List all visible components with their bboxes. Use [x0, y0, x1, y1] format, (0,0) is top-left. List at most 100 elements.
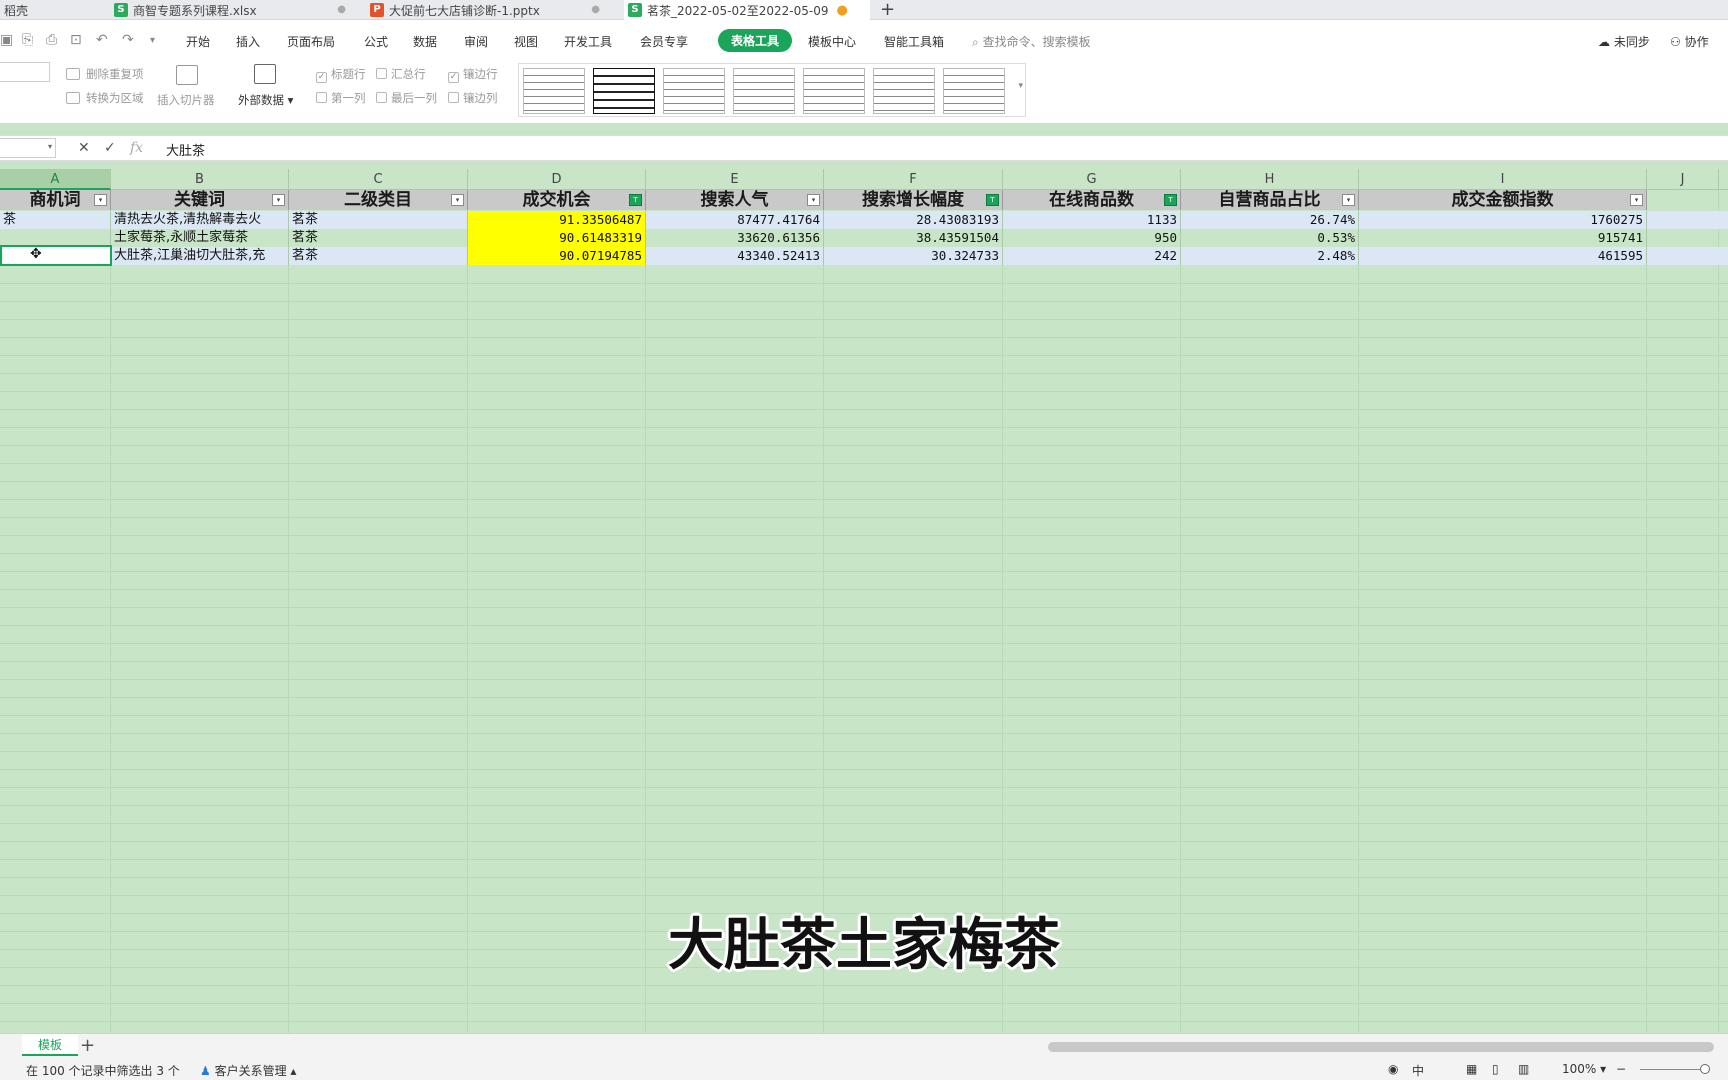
active-cell[interactable]: ✥	[0, 245, 112, 266]
chevron-down-icon[interactable]: ▾	[48, 142, 52, 151]
confirm-icon[interactable]: ✓	[104, 140, 116, 156]
menu-template-center[interactable]: 模板中心	[808, 33, 856, 50]
convert-to-range-button[interactable]: 转换为区域	[86, 90, 144, 106]
sync-status[interactable]: ☁ 未同步	[1598, 33, 1650, 50]
table-cell[interactable]: 242	[1003, 247, 1181, 265]
column-header-j[interactable]: J	[1647, 169, 1719, 190]
filter-active-icon[interactable]: T	[629, 194, 642, 206]
header-cell[interactable]: 二级类目 ▾	[289, 190, 468, 210]
tab-diagnosis-pptx[interactable]: P 大促前七大店铺诊断-1.pptx ●	[370, 0, 610, 20]
zoom-slider-handle[interactable]	[1700, 1064, 1710, 1074]
table-style-option[interactable]	[803, 68, 865, 114]
tab-daoke[interactable]: 稻壳	[0, 0, 100, 20]
column-header-g[interactable]: G	[1003, 169, 1181, 190]
menu-review[interactable]: 审阅	[464, 33, 488, 50]
table-cell[interactable]: 461595	[1359, 247, 1647, 265]
header-cell[interactable]: 商机词 ▾	[0, 190, 111, 210]
table-style-option[interactable]	[873, 68, 935, 114]
column-header-d[interactable]: D	[468, 169, 646, 190]
zoom-level[interactable]: 100% ▾	[1562, 1062, 1606, 1076]
eye-protection-icon[interactable]: ◉	[1388, 1062, 1398, 1076]
table-cell[interactable]: 38.43591504	[824, 229, 1003, 247]
tab-course-xlsx[interactable]: S 商智专题系列课程.xlsx ●	[114, 0, 354, 20]
table-cell[interactable]: 90.61483319	[468, 229, 646, 247]
preview-icon[interactable]: ⊡	[70, 32, 82, 48]
menu-table-tools[interactable]: 表格工具	[718, 29, 793, 52]
table-cell[interactable]: 91.33506487	[468, 211, 646, 229]
table-cell[interactable]: 28.43083193	[824, 211, 1003, 229]
filter-active-icon[interactable]: T	[986, 194, 999, 206]
header-cell[interactable]: 自营商品占比 ▾	[1181, 190, 1359, 210]
filter-dropdown-icon[interactable]: ▾	[807, 194, 820, 206]
menu-smart-toolbox[interactable]: 智能工具箱	[884, 33, 944, 50]
column-header-c[interactable]: C	[289, 169, 468, 190]
table-name-input[interactable]	[0, 62, 50, 82]
table-style-option[interactable]	[523, 68, 585, 114]
table-style-option[interactable]	[663, 68, 725, 114]
crm-button[interactable]: ♟ 客户关系管理 ▴	[200, 1062, 296, 1079]
command-search[interactable]: ⌕ 查找命令、搜索模板	[972, 33, 1091, 50]
fx-icon[interactable]: fx	[130, 140, 143, 156]
table-cell[interactable]: 清热去火茶,清热解毒去火	[111, 211, 289, 229]
table-cell[interactable]: 大肚茶,江巢油切大肚茶,充	[111, 247, 289, 265]
page-break-view-icon[interactable]: ▥	[1518, 1062, 1529, 1076]
gallery-expand-icon[interactable]: ▾	[1018, 81, 1023, 91]
table-cell[interactable]: 土家莓茶,永顺土家莓茶	[111, 229, 289, 247]
menu-member[interactable]: 会员专享	[640, 33, 688, 50]
banded-rows-checkbox[interactable]: ✓ 镶边行	[448, 66, 498, 83]
close-icon[interactable]: ●	[591, 4, 600, 15]
filter-dropdown-icon[interactable]: ▾	[451, 194, 464, 206]
menu-data[interactable]: 数据	[413, 33, 437, 50]
filter-dropdown-icon[interactable]: ▾	[1342, 194, 1355, 206]
column-header-h[interactable]: H	[1181, 169, 1359, 190]
table-cell[interactable]: 87477.41764	[646, 211, 824, 229]
insert-slicer-button[interactable]: 插入切片器	[157, 92, 215, 108]
table-cell[interactable]: 1133	[1003, 211, 1181, 229]
table-style-option[interactable]	[733, 68, 795, 114]
filter-active-icon[interactable]: T	[1164, 194, 1177, 206]
save-icon[interactable]: ▣	[0, 32, 13, 48]
collab-button[interactable]: ⚇ 协作	[1670, 33, 1709, 50]
menu-developer[interactable]: 开发工具	[564, 33, 612, 50]
column-header-i[interactable]: I	[1359, 169, 1647, 190]
table-cell[interactable]: 90.07194785	[468, 247, 646, 265]
table-cell[interactable]: 茶	[0, 211, 111, 229]
input-method-icon[interactable]: 中	[1412, 1062, 1424, 1079]
table-cell[interactable]: 茗茶	[289, 211, 468, 229]
external-data-button[interactable]: 外部数据 ▾	[238, 92, 293, 108]
header-cell[interactable]: 在线商品数 T	[1003, 190, 1181, 210]
page-layout-view-icon[interactable]: ▯	[1492, 1062, 1499, 1076]
formula-input[interactable]: 大肚茶	[166, 140, 205, 159]
menu-insert[interactable]: 插入	[236, 33, 260, 50]
normal-view-icon[interactable]: ▦	[1466, 1062, 1477, 1076]
column-header-b[interactable]: B	[111, 169, 289, 190]
add-sheet-button[interactable]: +	[80, 1035, 95, 1056]
export-icon[interactable]: ⎘	[22, 32, 33, 48]
menu-view[interactable]: 视图	[514, 33, 538, 50]
column-header-a[interactable]: A	[0, 169, 111, 190]
table-cell[interactable]: 950	[1003, 229, 1181, 247]
horizontal-scrollbar[interactable]	[1048, 1042, 1714, 1052]
table-cell[interactable]: 915741	[1359, 229, 1647, 247]
sheet-tab-template[interactable]: 模板	[22, 1034, 78, 1056]
more-icon[interactable]: ▾	[150, 35, 155, 46]
remove-duplicates-button[interactable]: 删除重复项	[86, 66, 144, 82]
menu-formula[interactable]: 公式	[364, 33, 388, 50]
table-style-option[interactable]	[593, 68, 655, 114]
header-cell[interactable]: 成交机会 T	[468, 190, 646, 210]
menu-home[interactable]: 开始	[186, 33, 210, 50]
undo-icon[interactable]: ↶	[96, 32, 108, 48]
total-row-checkbox[interactable]: 汇总行	[376, 66, 426, 82]
table-style-option[interactable]	[943, 68, 1005, 114]
banded-columns-checkbox[interactable]: 镶边列	[448, 90, 498, 106]
table-cell[interactable]: 0.53%	[1181, 229, 1359, 247]
column-header-f[interactable]: F	[824, 169, 1003, 190]
new-tab-button[interactable]: +	[880, 0, 895, 20]
table-cell[interactable]: 茗茶	[289, 247, 468, 265]
redo-icon[interactable]: ↷	[122, 32, 134, 48]
cancel-icon[interactable]: ✕	[78, 140, 90, 156]
table-cell[interactable]: 30.324733	[824, 247, 1003, 265]
close-icon[interactable]: ●	[337, 4, 346, 15]
tab-tea-xlsx[interactable]: S 茗茶_2022-05-02至2022-05-09 ●	[624, 0, 870, 20]
name-box[interactable]: ▾	[0, 138, 56, 158]
